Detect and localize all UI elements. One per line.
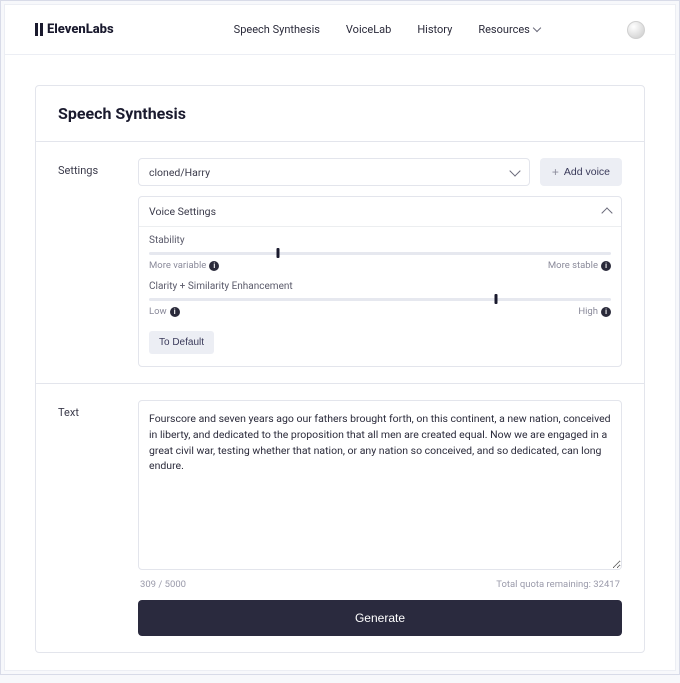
voice-selected-value: cloned/Harry	[149, 166, 210, 179]
info-icon[interactable]: i	[601, 261, 611, 271]
main-content: Speech Synthesis Settings cloned/Harry +…	[5, 55, 675, 683]
nav-history[interactable]: History	[417, 23, 452, 36]
text-input[interactable]	[138, 400, 622, 570]
char-count: 309 / 5000	[140, 579, 186, 590]
stability-slider-group: Stability More variable i	[149, 235, 611, 271]
chevron-down-icon	[509, 165, 520, 176]
clarity-left-label: Low	[149, 306, 167, 317]
clarity-thumb[interactable]	[494, 294, 497, 304]
voice-settings-panel: Voice Settings Stability	[138, 196, 622, 367]
clarity-right-label: High	[578, 306, 598, 317]
stability-slider[interactable]	[149, 252, 611, 255]
app-window: ElevenLabs Speech Synthesis VoiceLab His…	[4, 4, 676, 671]
stability-title: Stability	[149, 235, 611, 246]
main-nav: Speech Synthesis VoiceLab History Resour…	[234, 23, 540, 36]
plus-icon: +	[552, 165, 559, 179]
add-voice-label: Add voice	[564, 166, 610, 178]
chevron-down-icon	[533, 24, 541, 32]
nav-voicelab[interactable]: VoiceLab	[346, 23, 391, 36]
text-label: Text	[58, 400, 138, 636]
brand-name: ElevenLabs	[47, 22, 114, 37]
generate-button[interactable]: Generate	[138, 600, 622, 636]
voice-settings-toggle[interactable]: Voice Settings	[139, 197, 621, 227]
stability-thumb[interactable]	[277, 248, 280, 258]
info-icon[interactable]: i	[170, 307, 180, 317]
stability-right-label: More stable	[548, 260, 598, 271]
nav-resources[interactable]: Resources	[478, 23, 540, 36]
card-header: Speech Synthesis	[36, 86, 644, 142]
add-voice-button[interactable]: + Add voice	[540, 158, 622, 186]
clarity-slider[interactable]	[149, 298, 611, 301]
quota-remaining: Total quota remaining: 32417	[496, 579, 620, 590]
voice-select[interactable]: cloned/Harry	[138, 158, 530, 186]
to-default-button[interactable]: To Default	[149, 331, 214, 354]
text-section: Text 309 / 5000 Total quota remaining: 3…	[36, 384, 644, 652]
avatar[interactable]	[627, 21, 645, 39]
brand-logo: ElevenLabs	[35, 22, 114, 37]
voice-settings-title: Voice Settings	[149, 205, 216, 218]
clarity-slider-group: Clarity + Similarity Enhancement Low i	[149, 281, 611, 317]
stability-left-label: More variable	[149, 260, 206, 271]
settings-section: Settings cloned/Harry + Add voice	[36, 142, 644, 384]
info-icon[interactable]: i	[601, 307, 611, 317]
clarity-title: Clarity + Similarity Enhancement	[149, 281, 611, 292]
logo-bars-icon	[35, 23, 43, 36]
settings-label: Settings	[58, 158, 138, 367]
info-icon[interactable]: i	[209, 261, 219, 271]
chevron-up-icon	[601, 207, 612, 218]
page-title: Speech Synthesis	[58, 104, 622, 123]
nav-resources-label: Resources	[478, 23, 530, 36]
nav-speech-synthesis[interactable]: Speech Synthesis	[234, 23, 320, 36]
topbar: ElevenLabs Speech Synthesis VoiceLab His…	[5, 5, 675, 55]
speech-synthesis-card: Speech Synthesis Settings cloned/Harry +…	[35, 85, 645, 653]
